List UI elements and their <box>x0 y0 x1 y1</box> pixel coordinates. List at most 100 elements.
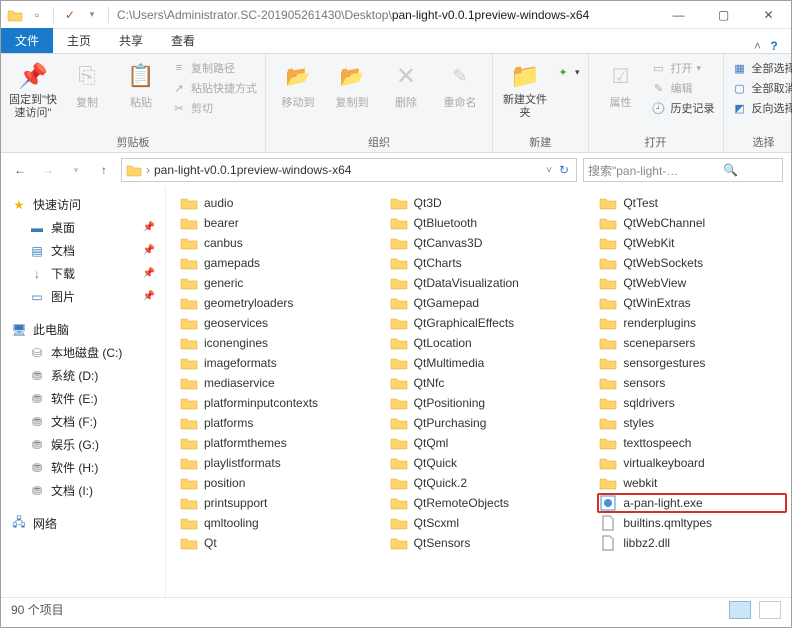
list-item[interactable]: QtRemoteObjects <box>388 493 578 513</box>
new-item-button[interactable]: ✦▾ <box>555 64 580 80</box>
list-item[interactable]: QtQuick.2 <box>388 473 578 493</box>
sidebar-drive-e[interactable]: ⛃软件 (E:) <box>1 387 165 410</box>
properties-button[interactable]: ☑属性 <box>597 58 645 110</box>
save-icon[interactable]: ▫ <box>29 7 45 23</box>
refresh-button[interactable]: ↻ <box>556 162 572 178</box>
invert-selection-button[interactable]: ◩反向选择 <box>732 100 792 116</box>
minimize-button[interactable]: — <box>656 1 701 29</box>
list-item[interactable]: QtWebKit <box>597 233 787 253</box>
copy-path-button[interactable]: ≡复制路径 <box>171 60 257 76</box>
paste-button[interactable]: 📋 粘贴 <box>117 58 165 110</box>
address-bar[interactable]: › pan-light-v0.0.1preview-windows-x64 ˅ … <box>121 158 577 182</box>
list-item[interactable]: platforms <box>178 413 368 433</box>
addr-dropdown-icon[interactable]: ˅ <box>546 165 552 176</box>
list-item[interactable]: gamepads <box>178 253 368 273</box>
copy-button[interactable]: ⎘ 复制 <box>63 58 111 110</box>
cut-button[interactable]: ✂剪切 <box>171 100 257 116</box>
ribbon-collapse-icon[interactable]: ˄ <box>754 39 767 53</box>
list-item[interactable]: QtTest <box>597 193 787 213</box>
tab-file[interactable]: 文件 <box>1 28 53 53</box>
list-item[interactable]: sensors <box>597 373 787 393</box>
list-item[interactable]: position <box>178 473 368 493</box>
select-all-button[interactable]: ▦全部选择 <box>732 60 792 76</box>
list-item[interactable]: mediaservice <box>178 373 368 393</box>
list-item[interactable]: QtGamepad <box>388 293 578 313</box>
list-item[interactable]: builtins.qmltypes <box>597 513 787 533</box>
list-item[interactable]: geoservices <box>178 313 368 333</box>
list-item[interactable]: QtMultimedia <box>388 353 578 373</box>
list-item[interactable]: sensorgestures <box>597 353 787 373</box>
up-button[interactable]: ↑ <box>93 159 115 181</box>
sidebar-drive-f[interactable]: ⛃文档 (F:) <box>1 410 165 433</box>
list-item[interactable]: QtQuick <box>388 453 578 473</box>
list-item[interactable]: virtualkeyboard <box>597 453 787 473</box>
check-icon[interactable]: ✓ <box>62 7 78 23</box>
list-item[interactable]: QtSensors <box>388 533 578 553</box>
sidebar-drive-g[interactable]: ⛃娱乐 (G:) <box>1 433 165 456</box>
select-none-button[interactable]: ▢全部取消 <box>732 80 792 96</box>
recent-button[interactable]: ▾ <box>65 159 87 181</box>
list-item[interactable]: sqldrivers <box>597 393 787 413</box>
list-item[interactable]: QtLocation <box>388 333 578 353</box>
list-item-highlighted[interactable]: a-pan-light.exe <box>597 493 787 513</box>
sidebar-drive-h[interactable]: ⛃软件 (H:) <box>1 456 165 479</box>
tab-share[interactable]: 共享 <box>105 28 157 53</box>
list-item[interactable]: platformthemes <box>178 433 368 453</box>
edit-button[interactable]: ✎编辑 <box>651 80 715 96</box>
history-button[interactable]: 🕘历史记录 <box>651 100 715 116</box>
list-item[interactable]: QtGraphicalEffects <box>388 313 578 333</box>
list-item[interactable]: QtWebView <box>597 273 787 293</box>
list-item[interactable]: QtScxml <box>388 513 578 533</box>
sidebar-drive-i[interactable]: ⛃文档 (I:) <box>1 479 165 502</box>
tab-home[interactable]: 主页 <box>53 28 105 53</box>
list-item[interactable]: QtWebChannel <box>597 213 787 233</box>
sidebar-drive-c[interactable]: ⛁本地磁盘 (C:) <box>1 341 165 364</box>
paste-shortcut-button[interactable]: ↗粘贴快捷方式 <box>171 80 257 96</box>
sidebar-network[interactable]: 🖧网络 <box>1 512 165 535</box>
list-item[interactable]: QtCharts <box>388 253 578 273</box>
list-item[interactable]: QtCanvas3D <box>388 233 578 253</box>
list-item[interactable]: Qt <box>178 533 368 553</box>
list-item[interactable]: QtWebSockets <box>597 253 787 273</box>
breadcrumb-sep[interactable]: › <box>146 163 150 177</box>
sidebar-desktop[interactable]: ▬桌面📌 <box>1 216 165 239</box>
list-item[interactable]: canbus <box>178 233 368 253</box>
list-item[interactable]: bearer <box>178 213 368 233</box>
list-item[interactable]: qmltooling <box>178 513 368 533</box>
forward-button[interactable]: → <box>37 159 59 181</box>
list-item[interactable]: QtPurchasing <box>388 413 578 433</box>
copyto-button[interactable]: 📂复制到 <box>328 58 376 110</box>
sidebar-documents[interactable]: ▤文档📌 <box>1 239 165 262</box>
sidebar-downloads[interactable]: ↓下载📌 <box>1 262 165 285</box>
pin-quickaccess-button[interactable]: 📌 固定到"快速访问" <box>9 58 57 120</box>
list-item[interactable]: geometryloaders <box>178 293 368 313</box>
list-item[interactable]: QtPositioning <box>388 393 578 413</box>
sidebar-this-pc[interactable]: 🖥此电脑 <box>1 318 165 341</box>
list-item[interactable]: imageformats <box>178 353 368 373</box>
sidebar-pictures[interactable]: ▭图片📌 <box>1 285 165 308</box>
sidebar-quick-access[interactable]: ★快速访问 <box>1 193 165 216</box>
close-button[interactable]: ✕ <box>746 1 791 29</box>
tab-view[interactable]: 查看 <box>157 28 209 53</box>
list-item[interactable]: iconengines <box>178 333 368 353</box>
open-button[interactable]: ▭打开▾ <box>651 60 715 76</box>
rename-button[interactable]: ✎重命名 <box>436 58 484 110</box>
list-item[interactable]: QtNfc <box>388 373 578 393</box>
list-item[interactable]: platforminputcontexts <box>178 393 368 413</box>
breadcrumb-folder[interactable]: pan-light-v0.0.1preview-windows-x64 <box>154 163 351 177</box>
dropdown-icon[interactable]: ▾ <box>84 7 100 23</box>
list-item[interactable]: QtBluetooth <box>388 213 578 233</box>
list-item[interactable]: QtQml <box>388 433 578 453</box>
new-folder-button[interactable]: 📁新建文件夹 <box>501 58 549 120</box>
search-box[interactable]: 搜索"pan-light-v0.0.1previe... 🔍 <box>583 158 783 182</box>
delete-button[interactable]: ✕删除 <box>382 58 430 110</box>
details-view-button[interactable] <box>729 601 751 619</box>
list-item[interactable]: QtWinExtras <box>597 293 787 313</box>
list-item[interactable]: audio <box>178 193 368 213</box>
sidebar-drive-d[interactable]: ⛃系统 (D:) <box>1 364 165 387</box>
maximize-button[interactable]: ▢ <box>701 1 746 29</box>
list-item[interactable]: texttospeech <box>597 433 787 453</box>
file-list[interactable]: audiobearercanbusgamepadsgenericgeometry… <box>166 187 791 597</box>
list-item[interactable]: playlistformats <box>178 453 368 473</box>
icons-view-button[interactable] <box>759 601 781 619</box>
